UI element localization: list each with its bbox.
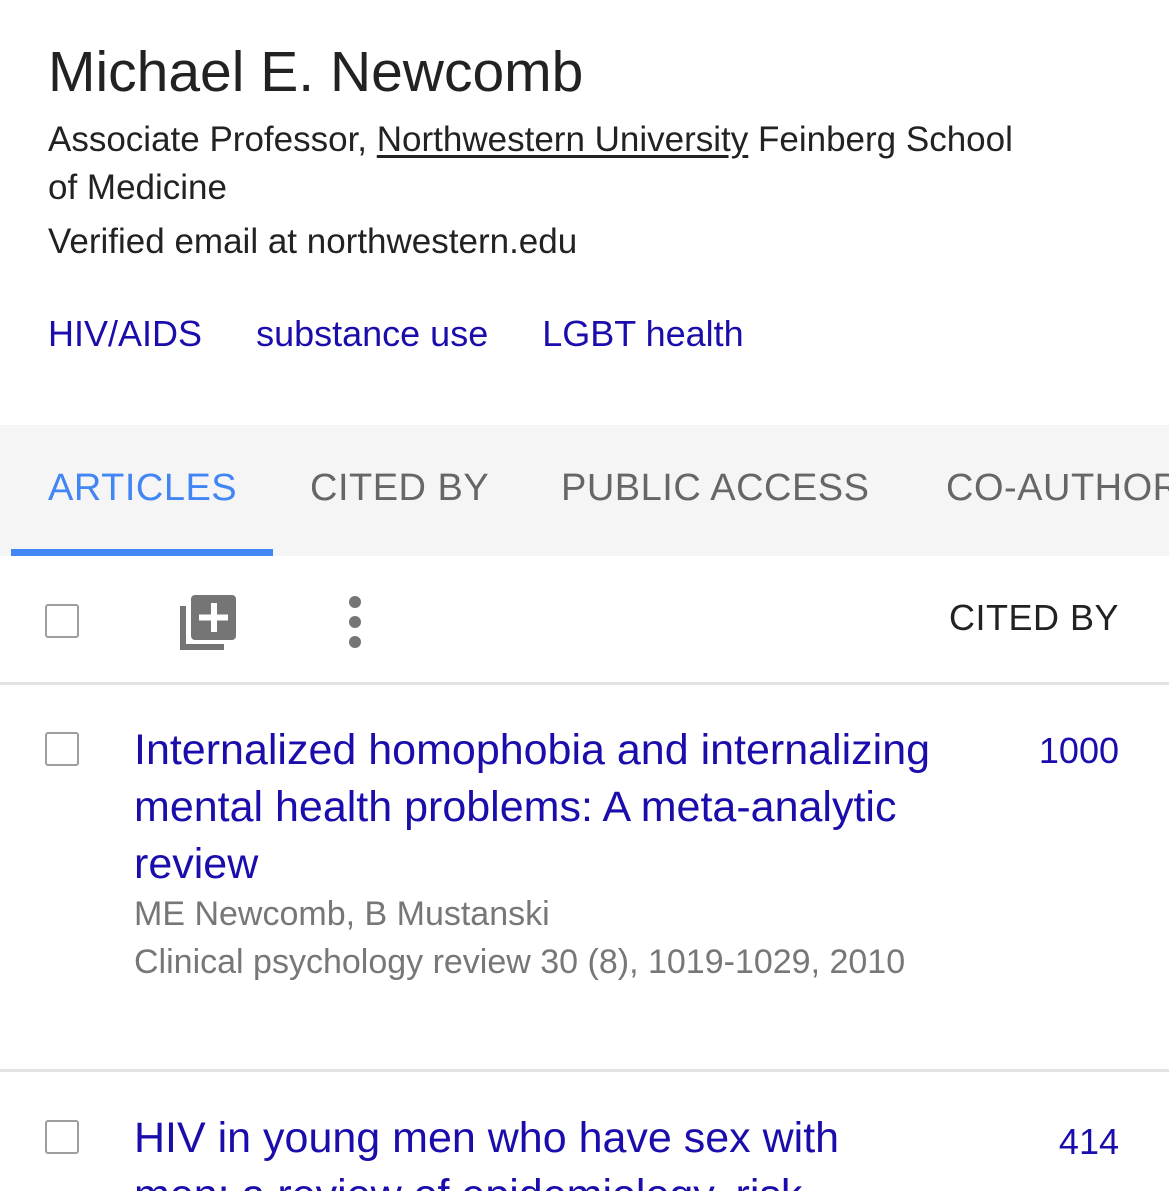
interest-link[interactable]: HIV/AIDS	[48, 313, 202, 354]
tab-co-authors[interactable]: CO-AUTHORS	[946, 463, 1169, 513]
tab-public-access[interactable]: PUBLIC ACCESS	[561, 463, 870, 513]
article-venue: Clinical psychology review 30 (8), 1019-…	[134, 943, 906, 981]
article-title[interactable]: Internalized homophobia and internalizin…	[134, 722, 934, 893]
affiliation-link[interactable]: Northwestern University	[377, 120, 749, 159]
affiliation-prefix: Associate Professor,	[48, 120, 377, 159]
more-vert-icon[interactable]	[342, 596, 368, 653]
article-checkbox[interactable]	[45, 732, 79, 766]
profile-name: Michael E. Newcomb	[48, 40, 584, 104]
article-cited-by-count[interactable]: 1000	[1039, 727, 1119, 775]
profile-affiliation: Associate Professor, Northwestern Univer…	[48, 116, 1028, 212]
article-title[interactable]: HIV in young men who have sex with men: …	[134, 1110, 934, 1191]
tab-cited-by[interactable]: CITED BY	[310, 463, 489, 513]
article-row: HIV in young men who have sex with men: …	[0, 1072, 1169, 1191]
tab-articles[interactable]: ARTICLES	[48, 463, 237, 513]
interest-link[interactable]: LGBT health	[542, 313, 743, 354]
cited-by-column-header[interactable]: CITED BY	[949, 594, 1119, 642]
interest-link[interactable]: substance use	[256, 313, 488, 354]
article-checkbox[interactable]	[45, 1120, 79, 1154]
add-to-library-icon-graphic	[180, 595, 236, 650]
select-all-checkbox[interactable]	[45, 604, 79, 638]
research-interests: HIV/AIDS substance use LGBT health	[48, 310, 788, 358]
articles-toolbar: CITED BY	[0, 556, 1169, 685]
article-cited-by-count[interactable]: 414	[1059, 1118, 1119, 1166]
add-to-library-icon[interactable]	[180, 592, 238, 655]
verified-email: Verified email at northwestern.edu	[48, 222, 578, 261]
tab-bar: ARTICLES CITED BY PUBLIC ACCESS CO-AUTHO…	[0, 425, 1169, 556]
active-tab-indicator	[11, 549, 273, 556]
more-vert-icon-graphic	[349, 596, 361, 648]
article-row: Internalized homophobia and internalizin…	[0, 685, 1169, 1072]
article-authors: ME Newcomb, B Mustanski	[134, 895, 550, 933]
